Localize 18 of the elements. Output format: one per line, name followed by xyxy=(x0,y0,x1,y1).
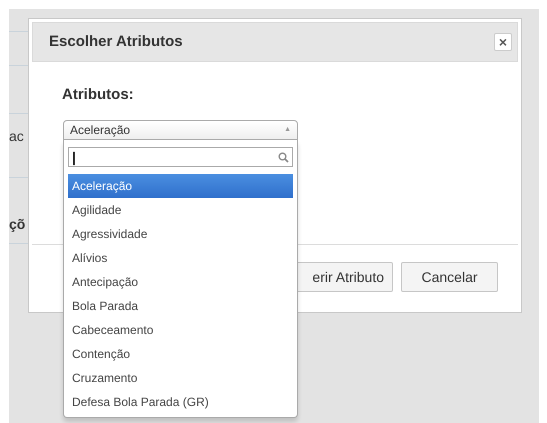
field-label: Atributos: xyxy=(62,85,134,105)
dialog-title: Escolher Atributos xyxy=(49,32,183,52)
dropdown-option[interactable]: Agilidade xyxy=(68,198,293,222)
select-value: Aceleração xyxy=(70,122,130,139)
dropdown-option[interactable]: Agressividade xyxy=(68,222,293,246)
background-text: çõ xyxy=(9,215,26,234)
dropdown-option[interactable]: Contenção xyxy=(68,342,293,366)
dropdown-option[interactable]: Cruzamento xyxy=(68,366,293,390)
dropdown-option[interactable]: Defesa Bola Parada (GR) xyxy=(68,390,293,414)
search-field[interactable]: | xyxy=(68,147,293,167)
text-cursor: | xyxy=(72,150,76,164)
dialog-button[interactable]: Cancelar xyxy=(401,262,498,292)
search-icon xyxy=(278,152,289,162)
dropdown-option[interactable]: Cabeceamento xyxy=(68,318,293,342)
dropdown-option[interactable]: Aceleração xyxy=(68,174,293,198)
close-button[interactable]: × xyxy=(494,33,512,51)
background-text: ac xyxy=(9,127,24,146)
dropdown-option[interactable]: Bola Parada xyxy=(68,294,293,318)
